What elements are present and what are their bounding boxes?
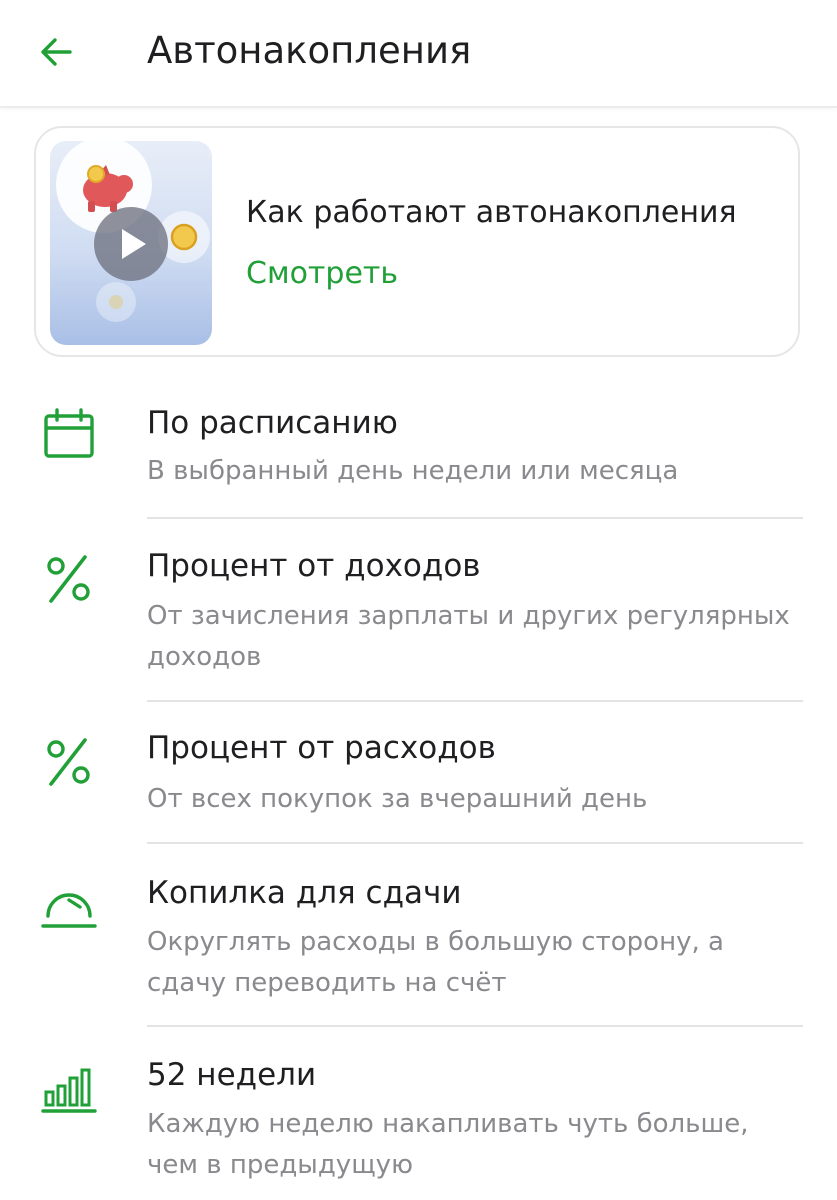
item-subtitle: В выбранный день недели или месяца <box>147 456 679 486</box>
video-card-title: Как работают автонакопления <box>246 195 737 230</box>
back-button[interactable] <box>30 26 82 78</box>
item-title: Процент от доходов <box>147 548 481 584</box>
list-item-52-weeks[interactable]: 52 недели Каждую неделю накапливать чуть… <box>0 1046 837 1200</box>
page-title: Автонакопления <box>147 29 472 72</box>
video-thumbnail[interactable] <box>50 141 212 345</box>
percent-icon <box>40 550 98 608</box>
item-subtitle: Округлять расходы в большую сторону, а с… <box>147 927 724 998</box>
list-item-expense-percent[interactable]: Процент от расходов От всех покупок за в… <box>0 722 837 844</box>
item-subtitle: От всех покупок за вчерашний день <box>147 784 648 814</box>
item-title: Копилка для сдачи <box>147 875 462 911</box>
bar-chart-icon <box>40 1058 98 1116</box>
list-item-change-piggy[interactable]: Копилка для сдачи Округлять расходы в бо… <box>0 864 837 1026</box>
item-title: По расписанию <box>147 405 398 441</box>
item-subtitle: От зачисления зарплаты и других регулярн… <box>147 601 790 672</box>
list-item-income-percent[interactable]: Процент от доходов От зачисления зарплат… <box>0 538 837 702</box>
divider <box>147 1025 803 1027</box>
item-subtitle: Каждую неделю накапливать чуть больше, ч… <box>147 1109 749 1180</box>
list-item-schedule[interactable]: По расписанию В выбранный день недели ил… <box>0 395 837 519</box>
app-header: Автонакопления <box>0 0 837 108</box>
divider <box>147 700 803 702</box>
piggy-gauge-icon <box>40 874 98 932</box>
divider <box>147 842 803 844</box>
arrow-left-icon <box>41 38 72 66</box>
item-title: Процент от расходов <box>147 730 496 766</box>
calendar-icon <box>40 406 98 464</box>
video-card[interactable]: Как работают автонакопления Смотреть <box>34 126 800 357</box>
percent-icon <box>40 733 98 791</box>
watch-link[interactable]: Смотреть <box>246 255 398 293</box>
divider <box>147 517 803 519</box>
item-title: 52 недели <box>147 1057 317 1093</box>
